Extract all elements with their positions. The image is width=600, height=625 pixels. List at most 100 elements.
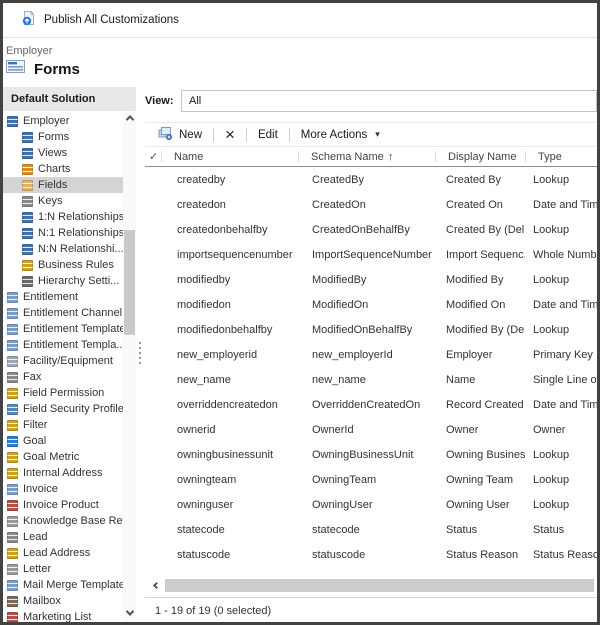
sidebar-item-mailbox[interactable]: Mailbox <box>3 593 123 609</box>
delete-button[interactable]: × <box>214 123 246 146</box>
display-name-cell: Modified On <box>435 299 525 311</box>
more-actions-label: More Actions <box>301 129 367 141</box>
type-cell: Owner <box>525 424 597 436</box>
sidebar-item-field-permission[interactable]: Field Permission <box>3 385 123 401</box>
sidebar-item-hierarchy-settings[interactable]: Hierarchy Setti... <box>3 273 123 289</box>
type-cell: Lookup <box>525 499 597 511</box>
schema-name-cell: new_employerId <box>298 349 435 361</box>
type-cell: Status <box>525 524 597 536</box>
sidebar-item-goal[interactable]: Goal <box>3 433 123 449</box>
top-toolbar: Publish All Customizations <box>3 3 597 38</box>
pane-splitter[interactable] <box>136 87 145 622</box>
publish-all-customizations-button[interactable]: Publish All Customizations <box>13 6 187 35</box>
sidebar-scrollbar-thumb[interactable] <box>124 230 135 335</box>
sidebar-item-entitlement[interactable]: Entitlement <box>3 289 123 305</box>
scroll-up-arrow-icon[interactable] <box>123 111 136 125</box>
schema-name-cell: statuscode <box>298 549 435 561</box>
sidebar-item-label: Employer <box>23 115 69 127</box>
sidebar-item-lead[interactable]: Lead <box>3 529 123 545</box>
sidebar-item-employer[interactable]: Employer <box>3 113 123 129</box>
sidebar-item-label: Goal Metric <box>23 451 79 463</box>
sidebar-item-entitlement-template[interactable]: Entitlement Template <box>3 321 123 337</box>
horizontal-scrollbar-thumb[interactable] <box>165 579 594 592</box>
schema-name-cell: CreatedOnBehalfBy <box>298 224 435 236</box>
sidebar-item-entitlement-channel[interactable]: Entitlement Channel <box>3 305 123 321</box>
scroll-down-arrow-icon[interactable] <box>123 606 136 620</box>
sidebar-item-charts[interactable]: Charts <box>3 161 123 177</box>
sidebar-item-facility-equipment[interactable]: Facility/Equipment <box>3 353 123 369</box>
table-row[interactable]: modifiedbyModifiedByModified ByLookup <box>145 267 597 292</box>
sidebar-item-letter[interactable]: Letter <box>3 561 123 577</box>
sidebar-item-many-to-many-relationships[interactable]: N:N Relationshi... <box>3 241 123 257</box>
new-button[interactable]: New <box>147 123 213 146</box>
delete-icon: × <box>225 128 235 142</box>
name-cell: overriddencreatedon <box>161 399 298 411</box>
sidebar-item-fax[interactable]: Fax <box>3 369 123 385</box>
table-row[interactable]: overriddencreatedonOverriddenCreatedOnRe… <box>145 392 597 417</box>
table-row[interactable]: createdbyCreatedByCreated ByLookup <box>145 167 597 192</box>
view-selector[interactable]: All <box>181 90 597 112</box>
type-cell: Date and Time <box>525 299 597 311</box>
table-row[interactable]: owningbusinessunitOwningBusinessUnitOwni… <box>145 442 597 467</box>
sidebar-item-label: Fax <box>23 371 41 383</box>
sidebar-item-field-security-profile[interactable]: Field Security Profile <box>3 401 123 417</box>
more-actions-button[interactable]: More Actions ▾ <box>290 123 391 146</box>
sidebar-item-invoice-product[interactable]: Invoice Product <box>3 497 123 513</box>
table-row[interactable]: new_namenew_nameNameSingle Line of Text <box>145 367 597 392</box>
column-header-display-name[interactable]: Display Name <box>435 147 525 166</box>
name-cell: modifiedby <box>161 274 298 286</box>
table-row[interactable]: owningteamOwningTeamOwning TeamLookup <box>145 467 597 492</box>
sidebar-item-label: N:N Relationshi... <box>38 243 123 255</box>
sidebar: Default Solution EmployerFormsViewsChart… <box>3 87 136 622</box>
sidebar-item-internal-address[interactable]: Internal Address <box>3 465 123 481</box>
sidebar-item-invoice[interactable]: Invoice <box>3 481 123 497</box>
sidebar-item-lead-address[interactable]: Lead Address <box>3 545 123 561</box>
sidebar-item-mail-merge-template[interactable]: Mail Merge Template <box>3 577 123 593</box>
sidebar-item-filter[interactable]: Filter <box>3 417 123 433</box>
table-row[interactable]: owneridOwnerIdOwnerOwner <box>145 417 597 442</box>
grid-header-row: ✓ Name Schema Name ↑ Display Name Type <box>145 146 597 167</box>
horizontal-scrollbar[interactable] <box>145 578 597 593</box>
view-selector-value: All <box>189 95 201 107</box>
sidebar-item-business-rules[interactable]: Business Rules <box>3 257 123 273</box>
invoice-product-icon <box>7 500 18 511</box>
display-name-cell: Status Reason <box>435 549 525 561</box>
entity-name: Employer <box>6 45 597 57</box>
sidebar-item-many-to-one-relationships[interactable]: N:1 Relationships <box>3 225 123 241</box>
sidebar-item-marketing-list[interactable]: Marketing List <box>3 609 123 622</box>
table-row[interactable]: importsequencenumberImportSequenceNumber… <box>145 242 597 267</box>
sidebar-item-label: Fields <box>38 179 67 191</box>
table-row[interactable]: statuscodestatuscodeStatus ReasonStatus … <box>145 542 597 567</box>
new-icon <box>158 126 173 143</box>
sidebar-item-knowledge-base-record[interactable]: Knowledge Base Re... <box>3 513 123 529</box>
table-row[interactable]: owninguserOwningUserOwning UserLookup <box>145 492 597 517</box>
sidebar-item-entitlement-template-2[interactable]: Entitlement Templa... <box>3 337 123 353</box>
sidebar-item-forms[interactable]: Forms <box>3 129 123 145</box>
column-header-schema-name[interactable]: Schema Name ↑ <box>298 147 435 166</box>
column-header-label: Display Name <box>448 151 516 163</box>
sidebar-item-views[interactable]: Views <box>3 145 123 161</box>
column-header-name[interactable]: Name <box>161 147 298 166</box>
select-all-column-header[interactable]: ✓ <box>145 147 161 166</box>
column-header-type[interactable]: Type <box>525 147 597 166</box>
table-row[interactable]: modifiedonModifiedOnModified OnDate and … <box>145 292 597 317</box>
sidebar-item-keys[interactable]: Keys <box>3 193 123 209</box>
sidebar-scrollbar[interactable] <box>123 111 136 622</box>
type-cell: Status Reason <box>525 549 597 561</box>
edit-button[interactable]: Edit <box>247 123 289 146</box>
sidebar-item-label: Entitlement Channel <box>23 307 122 319</box>
table-row[interactable]: statecodestatecodeStatusStatus <box>145 517 597 542</box>
display-name-cell: Created By <box>435 174 525 186</box>
sidebar-item-one-to-many-relationships[interactable]: 1:N Relationships <box>3 209 123 225</box>
scroll-left-arrow-icon[interactable] <box>150 579 162 592</box>
table-row[interactable]: modifiedonbehalfbyModifiedOnBehalfByModi… <box>145 317 597 342</box>
sidebar-item-goal-metric[interactable]: Goal Metric <box>3 449 123 465</box>
table-row[interactable]: createdonbehalfbyCreatedOnBehalfByCreate… <box>145 217 597 242</box>
publish-icon <box>21 10 37 31</box>
sidebar-item-fields[interactable]: Fields <box>3 177 123 193</box>
table-row[interactable]: new_employeridnew_employerIdEmployerPrim… <box>145 342 597 367</box>
type-cell: Whole Number <box>525 249 597 261</box>
splitter-grip-icon <box>139 342 141 364</box>
view-bar: View: All <box>145 89 597 113</box>
table-row[interactable]: createdonCreatedOnCreated OnDate and Tim… <box>145 192 597 217</box>
